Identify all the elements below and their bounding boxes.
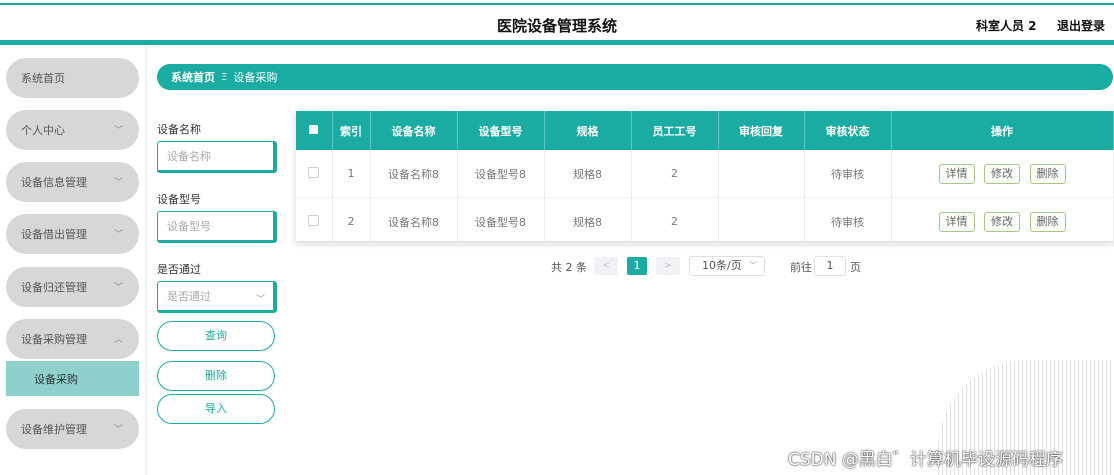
delete-button[interactable]: 删除 (1029, 163, 1066, 184)
page-size-value: 10条/页 (702, 259, 742, 272)
sidebar-subitem-device-purchase[interactable]: 设备采购 (6, 361, 139, 396)
sidebar-item-label: 设备归还管理 (21, 281, 87, 294)
sidebar-item-label: 设备维护管理 (21, 423, 87, 436)
batch-delete-button[interactable]: 删除 (157, 361, 275, 391)
cell-spec: 规格8 (544, 150, 632, 198)
row-checkbox[interactable] (296, 150, 333, 198)
sidebar-item-label: 设备信息管理 (21, 176, 87, 189)
chevron-down-icon: ﹀ (113, 230, 123, 240)
breadcrumb-current: 设备采购 (233, 71, 278, 84)
column-header: 员工工号 (631, 111, 719, 150)
device-name-input[interactable] (157, 141, 277, 173)
column-header: 审核回复 (718, 111, 805, 150)
sidebar-item-label: 设备采购管理 (21, 333, 87, 346)
current-page-button[interactable]: 1 (627, 257, 647, 275)
cell-index: 2 (332, 197, 371, 246)
detail-button[interactable]: 详情 (938, 211, 975, 232)
column-header: 索引 (332, 111, 371, 150)
sidebar-item-device-return[interactable]: 设备归还管理 ﹀ (6, 267, 139, 307)
column-header: 设备型号 (457, 111, 545, 150)
cell-device-model: 设备型号8 (457, 197, 545, 246)
goto-page-input[interactable]: 1 (814, 256, 846, 276)
sidebar: 系统首页 个人中心 ﹀ 设备信息管理 ﹀ 设备借出管理 ﹀ 设备归还管理 ﹀ 设… (0, 45, 147, 475)
chevron-down-icon: ﹀ (749, 261, 757, 270)
device-name-label: 设备名称 (157, 123, 201, 136)
detail-button[interactable]: 详情 (938, 163, 975, 184)
cell-spec: 规格8 (544, 197, 632, 246)
page-size-select[interactable]: 10条/页 ﹀ (689, 256, 765, 276)
sidebar-item-personal-center[interactable]: 个人中心 ﹀ (6, 110, 139, 150)
chevron-down-icon: ﹀ (113, 126, 123, 136)
sidebar-item-label: 个人中心 (21, 124, 65, 137)
sidebar-item-device-maintenance[interactable]: 设备维护管理 ﹀ (6, 409, 139, 449)
prev-page-button[interactable]: < (594, 257, 618, 275)
breadcrumb: 系统首页 Ξ 设备采购 (157, 64, 1113, 90)
app-title: 医院设备管理系统 (496, 17, 617, 35)
table-row: 2 设备名称8 设备型号8 规格8 2 待审核 详情 修改 删除 (296, 197, 1114, 246)
pass-status-label: 是否通过 (157, 263, 201, 276)
device-model-input[interactable] (157, 211, 277, 243)
pagination-total: 共 2 条 (551, 261, 587, 274)
breadcrumb-separator-icon: Ξ (221, 71, 228, 83)
table-row: 1 设备名称8 设备型号8 规格8 2 待审核 详情 修改 删除 (296, 150, 1114, 198)
chevron-down-icon: ﹀ (256, 295, 266, 305)
cell-device-name: 设备名称8 (370, 150, 458, 198)
query-button[interactable]: 查询 (157, 321, 275, 351)
cell-index: 1 (332, 150, 371, 198)
column-header: 规格 (544, 111, 632, 150)
chevron-down-icon: ﹀ (113, 425, 123, 435)
user-name: 科室人员 2 (976, 19, 1037, 33)
chevron-up-icon: ︿ (113, 335, 123, 345)
page-unit-label: 页 (850, 261, 861, 274)
logout-button[interactable]: 退出登录 (1057, 17, 1105, 34)
chevron-down-icon: ﹀ (113, 178, 123, 188)
sidebar-item-home[interactable]: 系统首页 (6, 58, 139, 98)
sidebar-subitem-label: 设备采购 (34, 372, 78, 386)
sidebar-item-label: 系统首页 (21, 72, 65, 85)
column-header: 设备名称 (370, 111, 458, 150)
row-checkbox[interactable] (296, 197, 333, 246)
header: 医院设备管理系统 科室人员 2 退出登录 (0, 5, 1114, 41)
cell-actions: 详情 修改 删除 (891, 150, 1114, 198)
header-divider (0, 40, 1114, 45)
chevron-down-icon: ﹀ (113, 283, 123, 293)
purchase-table: 索引 设备名称 设备型号 规格 员工工号 审核回复 审核状态 操作 1 设备名称… (296, 111, 1114, 246)
breadcrumb-home[interactable]: 系统首页 (171, 69, 215, 85)
sidebar-item-label: 设备借出管理 (21, 228, 87, 241)
table-header-row: 索引 设备名称 设备型号 规格 员工工号 审核回复 审核状态 操作 (296, 111, 1114, 150)
import-button[interactable]: 导入 (157, 394, 275, 424)
watermark: CSDN @黑白゛计算机毕设源码程序 (788, 450, 1063, 470)
cell-review-status: 待审核 (804, 150, 892, 198)
sidebar-item-device-lending[interactable]: 设备借出管理 ﹀ (6, 214, 139, 254)
sidebar-item-device-purchase[interactable]: 设备采购管理 ︿ (6, 319, 139, 359)
cell-employee-no: 2 (631, 150, 719, 198)
edit-button[interactable]: 修改 (984, 211, 1020, 232)
cell-review-reply (718, 150, 805, 198)
edit-button[interactable]: 修改 (984, 163, 1020, 184)
next-page-button[interactable]: > (656, 257, 680, 275)
device-model-label: 设备型号 (157, 193, 201, 206)
cell-device-model: 设备型号8 (457, 150, 545, 198)
column-header: 操作 (891, 111, 1114, 150)
cell-employee-no: 2 (631, 197, 719, 246)
cell-actions: 详情 修改 删除 (891, 197, 1114, 246)
delete-button[interactable]: 删除 (1029, 211, 1066, 232)
cell-review-reply (718, 197, 805, 246)
select-all-checkbox[interactable] (296, 111, 333, 150)
cell-review-status: 待审核 (804, 197, 892, 246)
column-header: 审核状态 (804, 111, 892, 150)
cell-device-name: 设备名称8 (370, 197, 458, 246)
sidebar-item-device-info[interactable]: 设备信息管理 ﹀ (6, 162, 139, 202)
goto-label: 前往 (790, 261, 812, 274)
